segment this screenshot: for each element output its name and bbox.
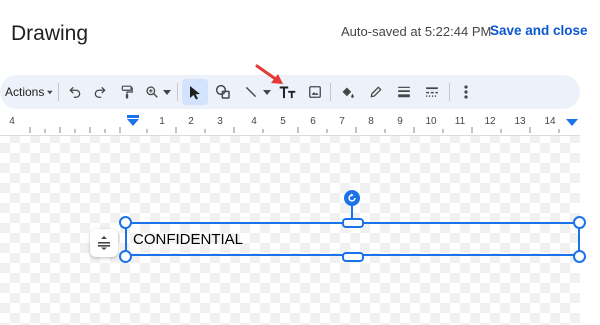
resize-handle-top[interactable]	[342, 218, 364, 228]
chevron-down-icon	[262, 89, 271, 95]
zoom-icon[interactable]	[143, 75, 173, 109]
resize-handle-top-left[interactable]	[119, 216, 132, 229]
ruler: 4 1 2 3 4 5 6 7 8 9 10 11 12 13 14	[0, 113, 580, 136]
resize-handle-bottom-right[interactable]	[573, 250, 586, 263]
page-title: Drawing	[11, 22, 89, 45]
ruler-label: 6	[310, 116, 316, 127]
actions-menu[interactable]: Actions	[5, 75, 53, 109]
toolbar-divider	[449, 83, 450, 101]
text-box-content[interactable]: CONFIDENTIAL	[133, 231, 243, 248]
chevron-down-icon	[163, 89, 171, 95]
ruler-label: 3	[217, 116, 223, 127]
toolbar-divider	[330, 83, 331, 101]
ruler-label: 13	[514, 116, 526, 127]
annotation-arrow-icon	[255, 64, 283, 84]
ruler-label: 10	[425, 116, 437, 127]
header: Drawing Auto-saved at 5:22:44 PM Save an…	[0, 0, 600, 70]
chevron-down-icon	[47, 90, 53, 94]
vertical-align-icon	[98, 236, 110, 250]
fill-color-icon[interactable]	[336, 75, 358, 109]
image-icon[interactable]	[304, 75, 326, 109]
ruler-label: 14	[544, 116, 556, 127]
ruler-label: 1	[159, 116, 165, 127]
save-and-close-button[interactable]: Save and close	[490, 23, 588, 38]
ruler-label: 4	[9, 116, 15, 127]
ruler-label: 12	[484, 116, 496, 127]
select-icon[interactable]	[182, 75, 208, 109]
ruler-label: 8	[368, 116, 374, 127]
border-color-icon[interactable]	[365, 75, 387, 109]
more-icon[interactable]	[456, 75, 476, 109]
ruler-label: 7	[339, 116, 345, 127]
ruler-label: 11	[454, 116, 466, 127]
toolbar: Actions	[0, 75, 580, 109]
toolbar-divider	[58, 83, 59, 101]
actions-label: Actions	[5, 85, 45, 99]
autosave-status: Auto-saved at 5:22:44 PM	[341, 24, 492, 39]
border-weight-icon[interactable]	[393, 75, 415, 109]
ruler-label: 9	[397, 116, 403, 127]
paint-format-icon[interactable]	[116, 75, 138, 109]
resize-handle-bottom[interactable]	[342, 252, 364, 262]
vertical-align-button[interactable]	[90, 229, 118, 257]
ruler-label: 4	[251, 116, 257, 127]
undo-icon[interactable]	[64, 75, 86, 109]
rotate-icon	[348, 193, 356, 202]
ruler-label: 5	[280, 116, 286, 127]
redo-icon[interactable]	[89, 75, 111, 109]
drawing-canvas[interactable]	[0, 113, 580, 325]
resize-handle-top-right[interactable]	[573, 216, 586, 229]
rotate-handle[interactable]	[344, 190, 360, 206]
border-dash-icon[interactable]	[421, 75, 443, 109]
ruler-label: 2	[188, 116, 194, 127]
shape-icon[interactable]	[211, 75, 235, 109]
toolbar-divider	[177, 83, 178, 101]
resize-handle-bottom-left[interactable]	[119, 250, 132, 263]
